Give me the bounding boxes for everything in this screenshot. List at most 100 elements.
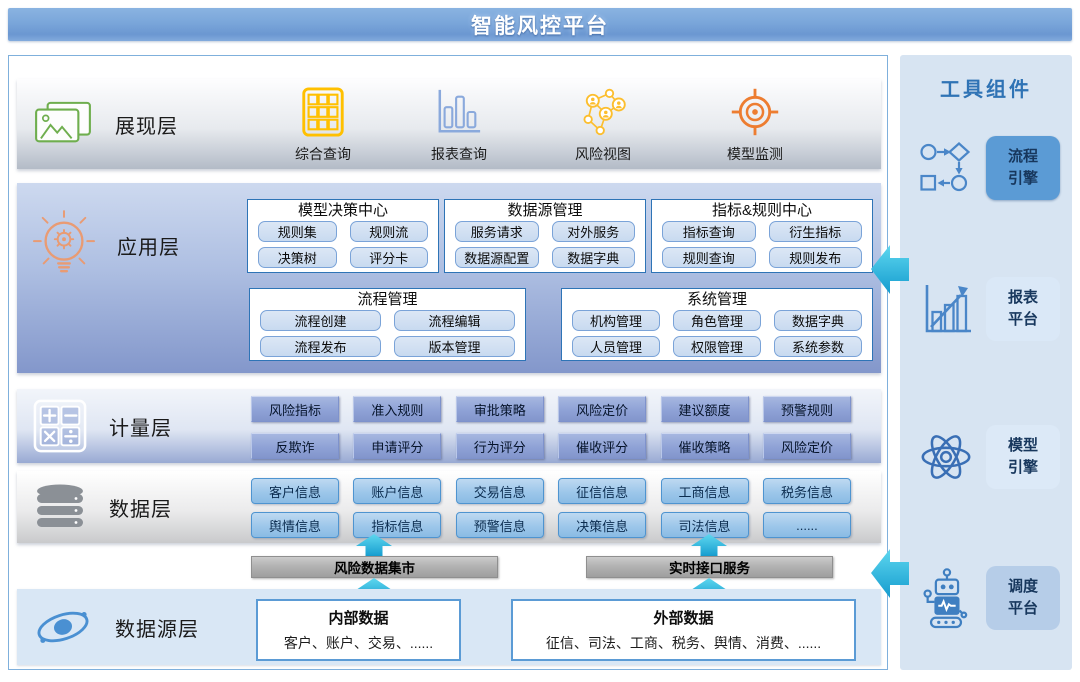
app-chip[interactable]: 评分卡 (350, 247, 429, 268)
presentation-item-report-query[interactable]: 报表查询 (403, 87, 515, 164)
data-row-1: 客户信息 账户信息 交易信息 征信信息 工商信息 税务信息 (251, 478, 851, 504)
tool-button-label: 报表平台 (1007, 287, 1039, 331)
presentation-layer-band: 展现层 综合查询 报表查询 (17, 79, 881, 169)
internal-data-title: 内部数据 (328, 607, 388, 628)
tool-button-schedule-platform[interactable]: 调度平台 (986, 566, 1060, 630)
app-chip[interactable]: 权限管理 (673, 336, 761, 357)
group-indicator-rule-center: 指标&规则中心 指标查询 衍生指标 规则查询 规则发布 (651, 199, 873, 273)
presentation-layer-head: 展现层 (33, 100, 178, 148)
tool-button-label: 流程引擎 (1007, 146, 1039, 190)
app-chip[interactable]: 衍生指标 (769, 221, 863, 242)
app-chip[interactable]: 流程编辑 (394, 310, 515, 331)
measurement-chip[interactable]: 建议额度 (661, 396, 749, 422)
app-chip[interactable]: 系统参数 (774, 336, 862, 357)
app-chip[interactable]: 人员管理 (572, 336, 660, 357)
data-layer-band: 数据层 客户信息 账户信息 交易信息 征信信息 工商信息 税务信息 舆情信息 指… (17, 471, 881, 543)
bar-chart-icon (435, 87, 483, 137)
up-arrow-icon (691, 534, 727, 557)
layer-title: 展现层 (115, 110, 178, 139)
application-layer-band: 应用层 模型决策中心 规则集 规则流 决策树 评分卡 数据源管理 服务请求 对外… (17, 183, 881, 373)
tool-button-process-engine[interactable]: 流程引擎 (986, 136, 1060, 200)
group-system-management: 系统管理 机构管理 角色管理 数据字典 人员管理 权限管理 系统参数 (561, 288, 873, 361)
grid-icon (301, 87, 345, 137)
risk-data-mart-bar: 风险数据集市 (251, 556, 498, 578)
external-data-box: 外部数据 征信、司法、工商、税务、舆情、消费、...... (511, 599, 856, 661)
presentation-item-integrated-query[interactable]: 综合查询 (267, 87, 379, 164)
presentation-item-model-monitor[interactable]: 模型监测 (699, 87, 811, 164)
app-chip[interactable]: 角色管理 (673, 310, 761, 331)
measurement-chip[interactable]: 风险指标 (251, 396, 339, 422)
presentation-item-label: 模型监测 (727, 144, 783, 164)
app-chip[interactable]: 数据字典 (774, 310, 862, 331)
measurement-layer-head: 计量层 (33, 399, 172, 453)
data-chip[interactable]: 税务信息 (763, 478, 851, 504)
tool-button-label: 模型引擎 (1007, 435, 1039, 479)
app-chip[interactable]: 服务请求 (455, 221, 539, 242)
measurement-chip[interactable]: 预警规则 (763, 396, 851, 422)
platform-title: 智能风控平台 (471, 10, 609, 40)
app-chip[interactable]: 数据字典 (552, 247, 636, 268)
tool-row-report-platform: 报表平台 (916, 276, 1066, 342)
app-chip[interactable]: 机构管理 (572, 310, 660, 331)
presentation-item-risk-view[interactable]: 风险视图 (547, 87, 659, 164)
measurement-chip[interactable]: 催收评分 (558, 433, 646, 459)
data-chip[interactable]: 交易信息 (456, 478, 544, 504)
datasource-layer-head: 数据源层 (33, 603, 199, 651)
tool-button-label: 调度平台 (1007, 576, 1039, 620)
left-arrow-icon (871, 243, 909, 296)
data-chip[interactable]: 工商信息 (661, 478, 749, 504)
database-icon (33, 483, 87, 531)
tool-button-report-platform[interactable]: 报表平台 (986, 277, 1060, 341)
application-layer-head: 应用层 (33, 209, 180, 281)
app-chip[interactable]: 规则发布 (769, 247, 863, 268)
app-chip[interactable]: 规则查询 (662, 247, 756, 268)
app-chip[interactable]: 规则流 (350, 221, 429, 242)
galaxy-icon (33, 603, 93, 651)
network-icon (577, 85, 629, 137)
measurement-chip[interactable]: 审批策略 (456, 396, 544, 422)
app-chip[interactable]: 数据源配置 (455, 247, 539, 268)
sidebar-title: 工具组件 (900, 73, 1072, 102)
group-title: 流程管理 (250, 291, 525, 308)
external-data-desc: 征信、司法、工商、税务、舆情、消费、...... (546, 633, 821, 653)
flowchart-icon (918, 139, 974, 197)
layer-title: 计量层 (109, 412, 172, 441)
measurement-chip[interactable]: 反欺诈 (251, 433, 339, 459)
data-chip[interactable]: 预警信息 (456, 512, 544, 538)
presentation-item-label: 报表查询 (431, 144, 487, 164)
data-chip[interactable]: 决策信息 (558, 512, 646, 538)
data-row-2: 舆情信息 指标信息 预警信息 决策信息 司法信息 ...... (251, 512, 851, 538)
data-chip[interactable]: ...... (763, 512, 851, 538)
app-chip[interactable]: 对外服务 (552, 221, 636, 242)
data-chip[interactable]: 客户信息 (251, 478, 339, 504)
app-chip[interactable]: 决策树 (258, 247, 337, 268)
app-chip[interactable]: 指标查询 (662, 221, 756, 242)
external-data-title: 外部数据 (653, 607, 713, 628)
measurement-chip[interactable]: 行为评分 (456, 433, 544, 459)
measurement-chip[interactable]: 申请评分 (353, 433, 441, 459)
measurement-row-1: 风险指标 准入规则 审批策略 风险定价 建议额度 预警规则 (251, 396, 851, 422)
app-chip[interactable]: 版本管理 (394, 336, 515, 357)
data-chip[interactable]: 征信信息 (558, 478, 646, 504)
measurement-chip[interactable]: 催收策略 (661, 433, 749, 459)
tool-button-model-engine[interactable]: 模型引擎 (986, 425, 1060, 489)
app-chip[interactable]: 规则集 (258, 221, 337, 242)
pictures-icon (33, 100, 93, 148)
app-chip[interactable]: 流程发布 (260, 336, 381, 357)
measurement-layer-band: 计量层 风险指标 准入规则 审批策略 风险定价 建议额度 预警规则 反欺诈 申请… (17, 389, 881, 463)
group-title: 模型决策中心 (248, 202, 438, 219)
report-chart-icon (918, 280, 974, 338)
presentation-item-label: 综合查询 (295, 144, 351, 164)
tool-row-schedule-platform: 调度平台 (916, 565, 1066, 631)
data-chip[interactable]: 舆情信息 (251, 512, 339, 538)
group-process-management: 流程管理 流程创建 流程编辑 流程发布 版本管理 (249, 288, 526, 361)
app-chip[interactable]: 流程创建 (260, 310, 381, 331)
measurement-row-2: 反欺诈 申请评分 行为评分 催收评分 催收策略 风险定价 (251, 433, 851, 459)
measurement-chip[interactable]: 风险定价 (763, 433, 851, 459)
data-chip[interactable]: 账户信息 (353, 478, 441, 504)
measurement-chip[interactable]: 准入规则 (353, 396, 441, 422)
left-arrow-icon (871, 547, 909, 600)
measurement-chip[interactable]: 风险定价 (558, 396, 646, 422)
realtime-interface-bar: 实时接口服务 (586, 556, 833, 578)
platform-title-bar: 智能风控平台 (8, 8, 1072, 41)
